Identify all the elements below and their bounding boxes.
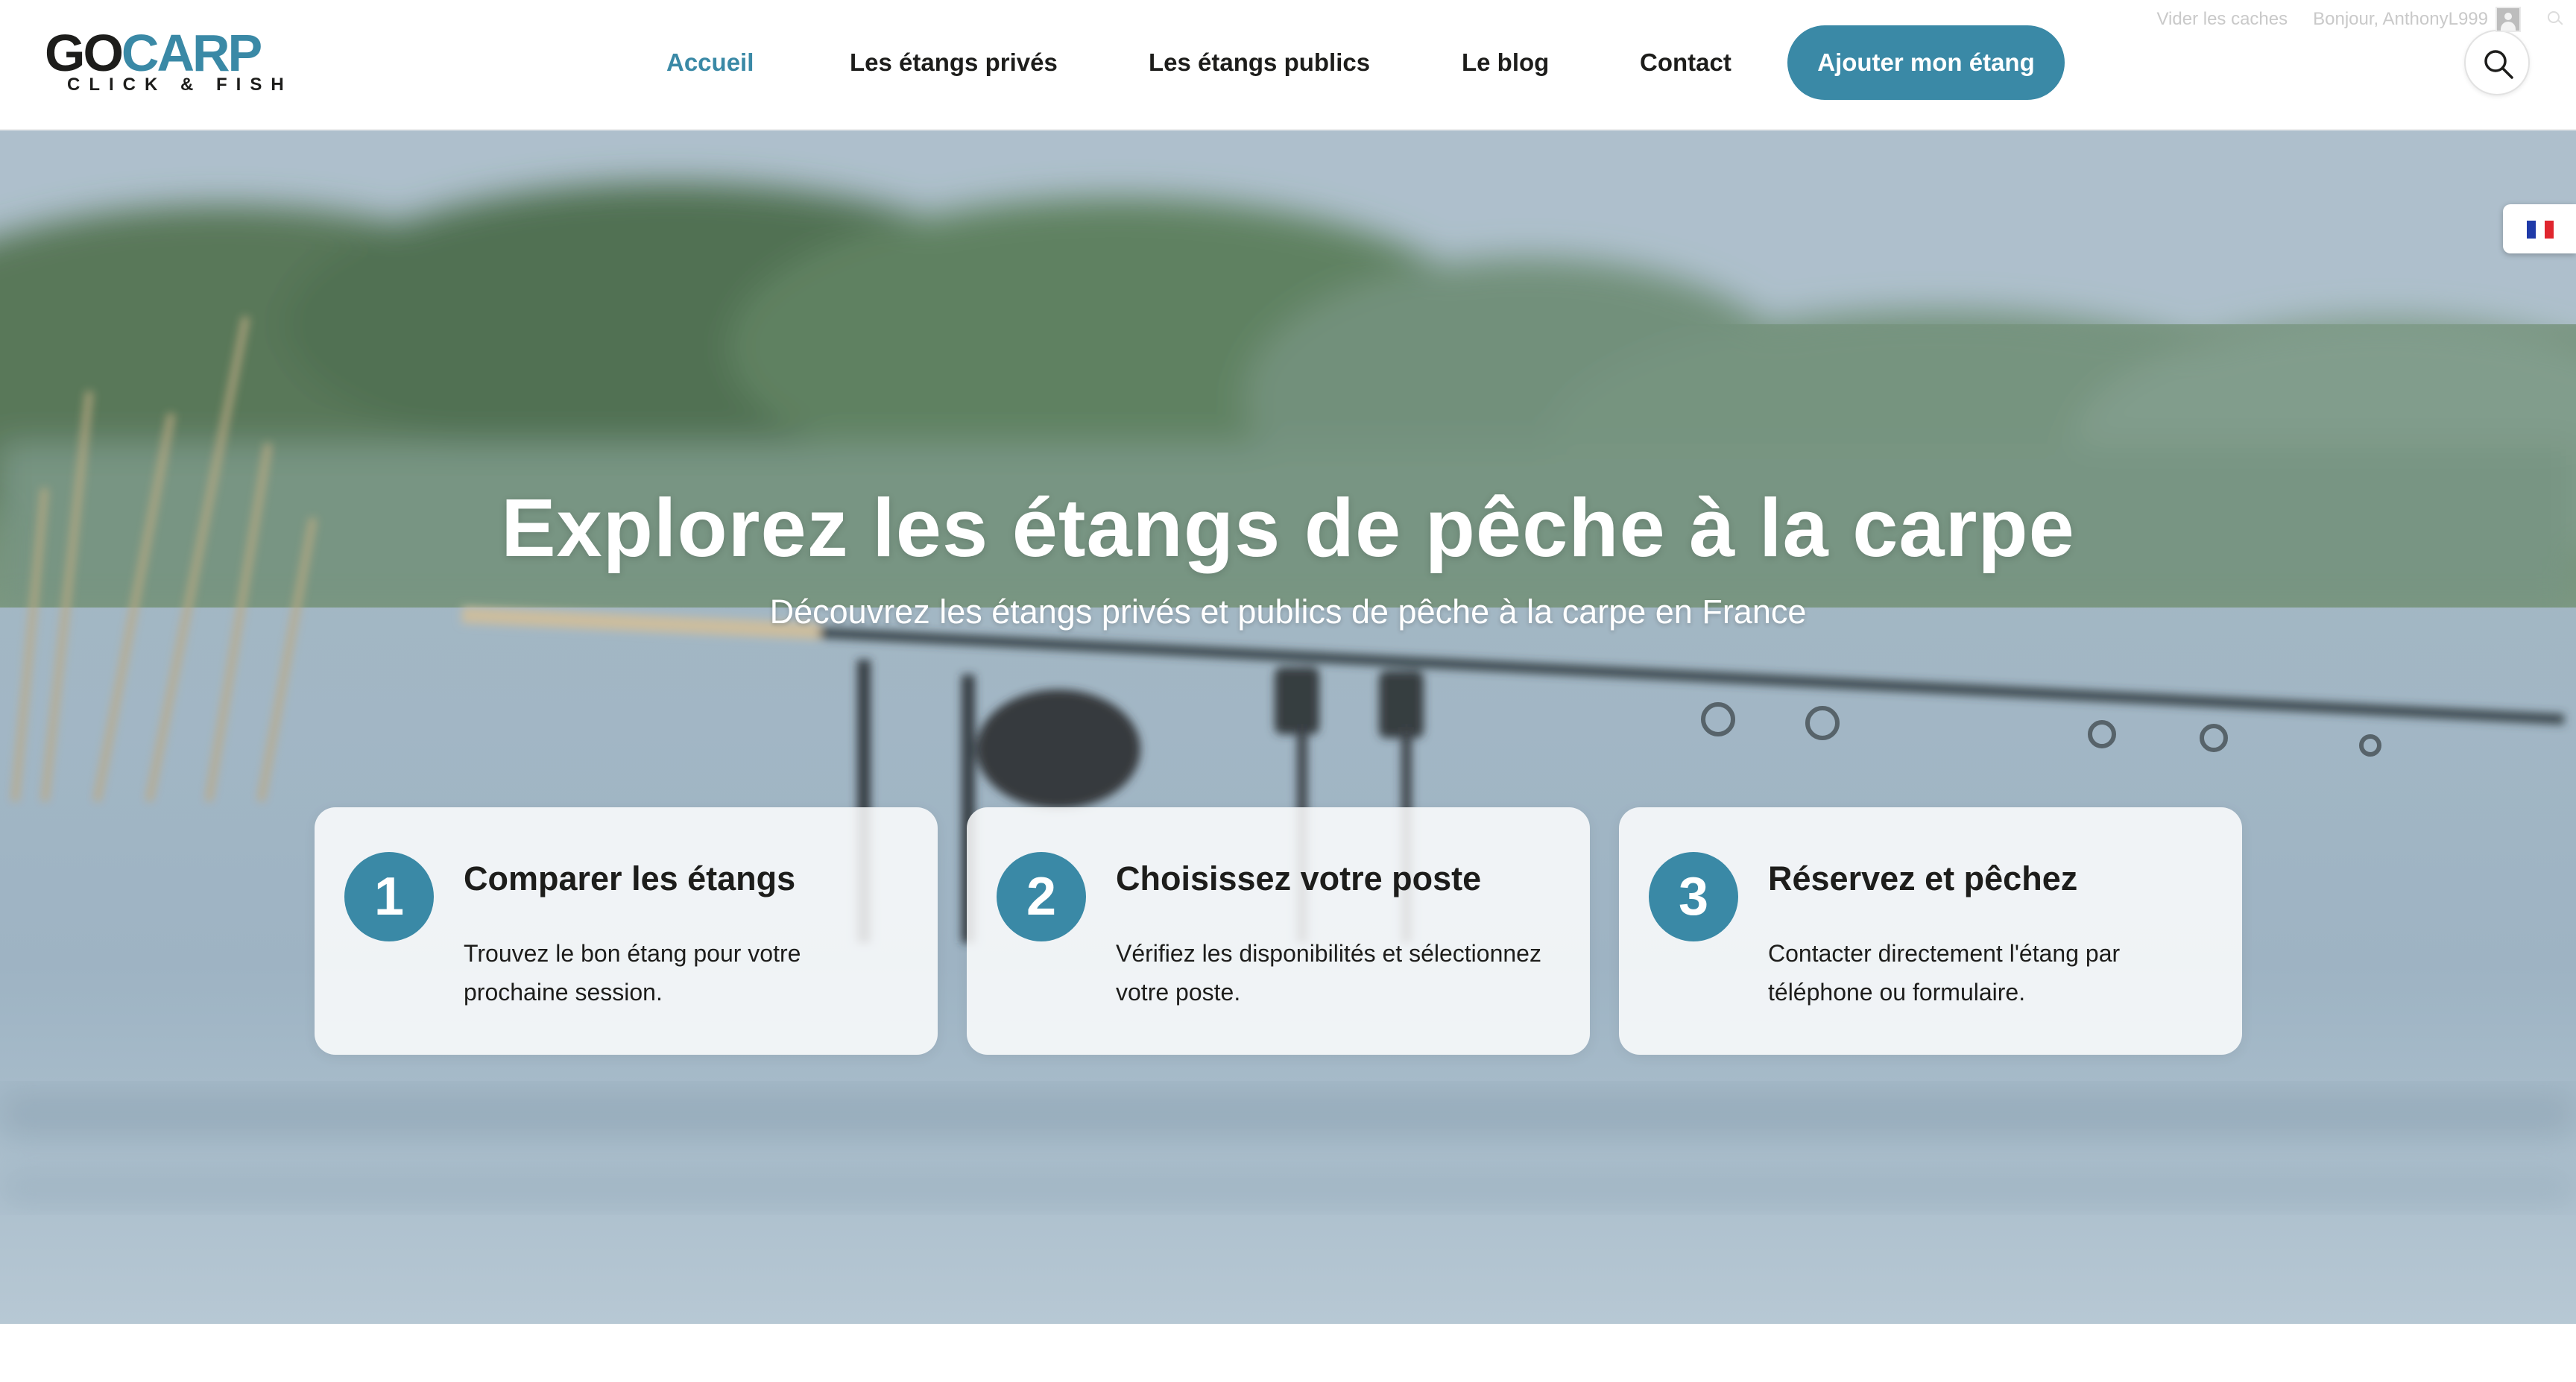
step-number-badge: 1 (344, 852, 434, 941)
logo-wordmark: GOCARP (45, 24, 262, 82)
step-number-badge: 2 (997, 852, 1086, 941)
gocarp-logo[interactable]: GOCARP CLICK & FISH (45, 24, 284, 98)
step-card-title: Choisissez votre poste (1116, 859, 1482, 897)
search-icon (2484, 50, 2513, 79)
step-card-choose-spot: 2 Choisissez votre poste Vérifiez les di… (967, 807, 1590, 1055)
logo-tagline: CLICK & FISH (67, 75, 293, 95)
site-header: GOCARP CLICK & FISH Accueil Les étangs p… (0, 0, 2576, 130)
nav-item-accueil[interactable]: Accueil (666, 42, 754, 83)
step-card-book-fish: 3 Réservez et pêchez Contacter directeme… (1619, 807, 2242, 1055)
step-card-title: Réservez et pêchez (1768, 859, 2078, 897)
hero-subtitle: Découvrez les étangs privés et publics d… (769, 593, 1807, 631)
admin-search-icon[interactable] (2546, 10, 2566, 29)
admin-greeting: Bonjour, AnthonyL999 (2313, 9, 2488, 29)
nav-item-contact[interactable]: Contact (1640, 42, 1731, 83)
step-number-badge: 3 (1649, 852, 1738, 941)
admin-user-menu[interactable]: Bonjour, AnthonyL999 (2313, 7, 2521, 32)
admin-bar: Vider les caches Bonjour, AnthonyL999 (2156, 6, 2576, 33)
step-card-text: Contacter directement l'étang par téléph… (1768, 940, 2121, 1006)
french-flag-icon (2527, 221, 2554, 239)
flag-stripe-blue (2527, 221, 2536, 239)
avatar (2496, 7, 2521, 32)
nav-item-etangs-prives[interactable]: Les étangs privés (850, 42, 1058, 83)
clear-cache-link[interactable]: Vider les caches (2156, 9, 2288, 30)
hero-title: Explorez les étangs de pêche à la carpe (501, 482, 2075, 574)
step-card-text: Vérifiez les disponibilités et sélection… (1116, 940, 1541, 1006)
nav-item-blog[interactable]: Le blog (1462, 42, 1549, 83)
language-switcher[interactable] (2503, 204, 2576, 253)
add-pond-button[interactable]: Ajouter mon étang (1787, 25, 2065, 100)
flag-stripe-red (2545, 221, 2554, 239)
step-card-title: Comparer les étangs (464, 859, 796, 897)
hero-background-image (0, 130, 2576, 1324)
nav-item-etangs-publics[interactable]: Les étangs publics (1149, 42, 1370, 83)
hero-section: Explorez les étangs de pêche à la carpe … (0, 130, 2576, 1324)
step-card-compare: 1 Comparer les étangs Trouvez le bon éta… (315, 807, 938, 1055)
search-button[interactable] (2464, 30, 2530, 95)
step-card-text: Trouvez le bon étang pour votre prochain… (464, 940, 801, 1006)
flag-stripe-white (2536, 221, 2545, 239)
